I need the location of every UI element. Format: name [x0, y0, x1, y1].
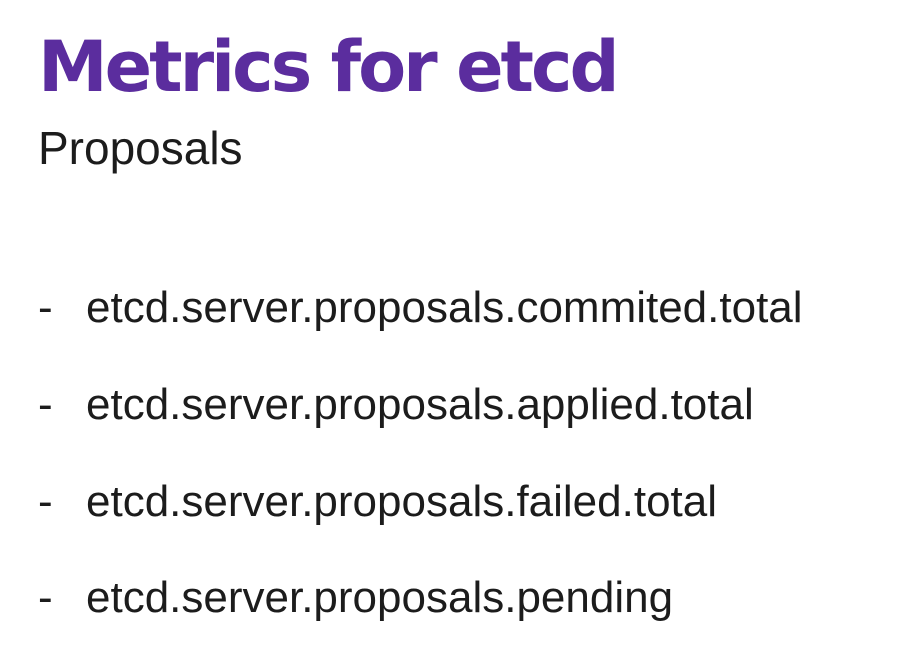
- metric-name: etcd.server.proposals.applied.total: [86, 380, 754, 430]
- slide-subtitle: Proposals: [38, 122, 243, 174]
- metric-name: etcd.server.proposals.failed.total: [86, 476, 718, 526]
- bullet-dash: -: [38, 283, 53, 333]
- metric-name: etcd.server.proposals.pending: [86, 573, 674, 623]
- slide-title: Metrics for etcd: [38, 26, 620, 108]
- bullet-dash: -: [38, 573, 53, 623]
- slide: Metrics for etcd Proposals - etcd.server…: [0, 0, 904, 654]
- list-item: - etcd.server.proposals.commited.total: [38, 260, 803, 357]
- metrics-list: - etcd.server.proposals.commited.total -…: [38, 260, 803, 647]
- list-item: - etcd.server.proposals.failed.total: [38, 453, 803, 550]
- bullet-dash: -: [38, 380, 53, 430]
- metric-name: etcd.server.proposals.commited.total: [86, 283, 803, 333]
- list-item: - etcd.server.proposals.applied.total: [38, 357, 803, 454]
- list-item: - etcd.server.proposals.pending: [38, 550, 803, 647]
- bullet-dash: -: [38, 476, 53, 526]
